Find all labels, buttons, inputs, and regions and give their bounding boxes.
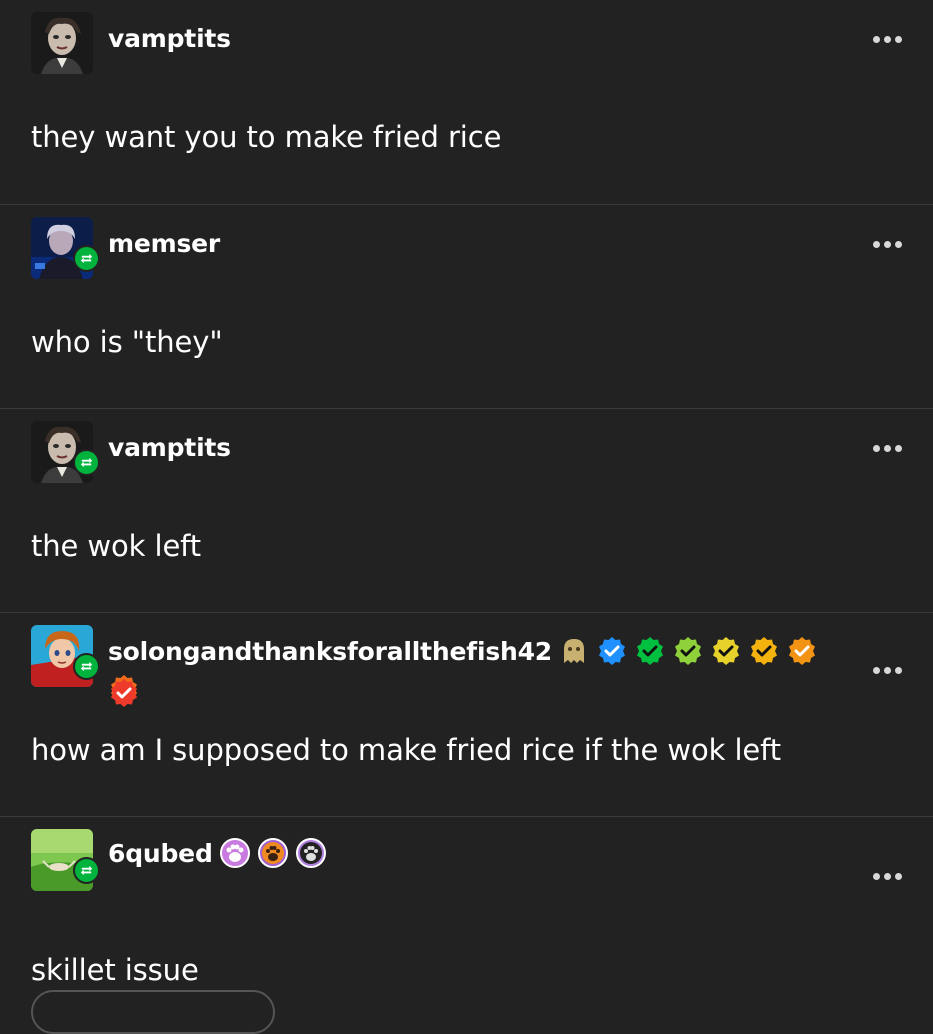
post: solongandthanksforallthefish42 how am I …	[0, 612, 933, 816]
more-options-button[interactable]	[873, 36, 902, 43]
reblog-badge	[73, 857, 100, 884]
dot-icon	[895, 667, 902, 674]
dot-icon	[884, 667, 891, 674]
reblog-thread: vamptits they want you to make fried ric…	[0, 0, 933, 1020]
username-row: vamptits	[108, 433, 231, 462]
verified-badge-red-icon[interactable]	[108, 677, 140, 709]
paw-badge-pink-icon[interactable]	[219, 837, 251, 869]
dot-icon	[884, 873, 891, 880]
username-row: memser	[108, 229, 220, 258]
verified-badge-blue-icon[interactable]	[596, 635, 628, 667]
more-options-button[interactable]	[873, 241, 902, 248]
post: memser who is "they"	[0, 204, 933, 408]
username-row: 6qubed	[108, 837, 327, 869]
verified-badge-yellow-icon[interactable]	[710, 635, 742, 667]
dot-icon	[884, 36, 891, 43]
dot-icon	[873, 36, 880, 43]
avatar[interactable]	[31, 12, 93, 74]
post-body: who is "they"	[31, 325, 223, 359]
reblog-icon	[80, 865, 93, 876]
username-row: solongandthanksforallthefish42	[108, 635, 828, 705]
post-body: they want you to make fried rice	[31, 120, 502, 154]
verified-badge-amber-icon[interactable]	[748, 635, 780, 667]
dot-icon	[884, 241, 891, 248]
post-body: how am I supposed to make fried rice if …	[31, 733, 782, 767]
ghost-badge-icon[interactable]	[558, 635, 590, 667]
username[interactable]: vamptits	[108, 24, 231, 53]
more-options-button[interactable]	[873, 445, 902, 452]
username[interactable]: vamptits	[108, 433, 231, 462]
dot-icon	[873, 445, 880, 452]
dot-icon	[895, 873, 902, 880]
dot-icon	[873, 241, 880, 248]
username[interactable]: 6qubed	[108, 839, 213, 868]
reblog-badge	[73, 449, 100, 476]
paw-badge-orange-icon[interactable]	[257, 837, 289, 869]
more-options-button[interactable]	[873, 873, 902, 880]
more-options-button[interactable]	[873, 667, 902, 674]
post-body: skillet issue	[31, 953, 199, 987]
dot-icon	[895, 445, 902, 452]
paw-badge-purple-icon[interactable]	[295, 837, 327, 869]
reblog-icon	[80, 253, 93, 264]
verified-badge-lime-icon[interactable]	[672, 635, 704, 667]
username-row: vamptits	[108, 24, 231, 53]
verified-badge-orange-icon[interactable]	[786, 635, 818, 667]
username[interactable]: memser	[108, 229, 220, 258]
dot-icon	[895, 36, 902, 43]
username[interactable]: solongandthanksforallthefish42	[108, 637, 552, 666]
dot-icon	[895, 241, 902, 248]
post-body: the wok left	[31, 529, 202, 563]
reblog-icon	[80, 661, 93, 672]
dot-icon	[873, 667, 880, 674]
dot-icon	[884, 445, 891, 452]
verified-badge-green-icon[interactable]	[634, 635, 666, 667]
dot-icon	[873, 873, 880, 880]
post: vamptits they want you to make fried ric…	[0, 0, 933, 204]
badge-row-2	[108, 677, 140, 713]
reblog-badge	[73, 245, 100, 272]
reblog-icon	[80, 457, 93, 468]
partial-button[interactable]	[31, 990, 275, 1034]
post: vamptits the wok left	[0, 408, 933, 612]
reblog-badge	[73, 653, 100, 680]
